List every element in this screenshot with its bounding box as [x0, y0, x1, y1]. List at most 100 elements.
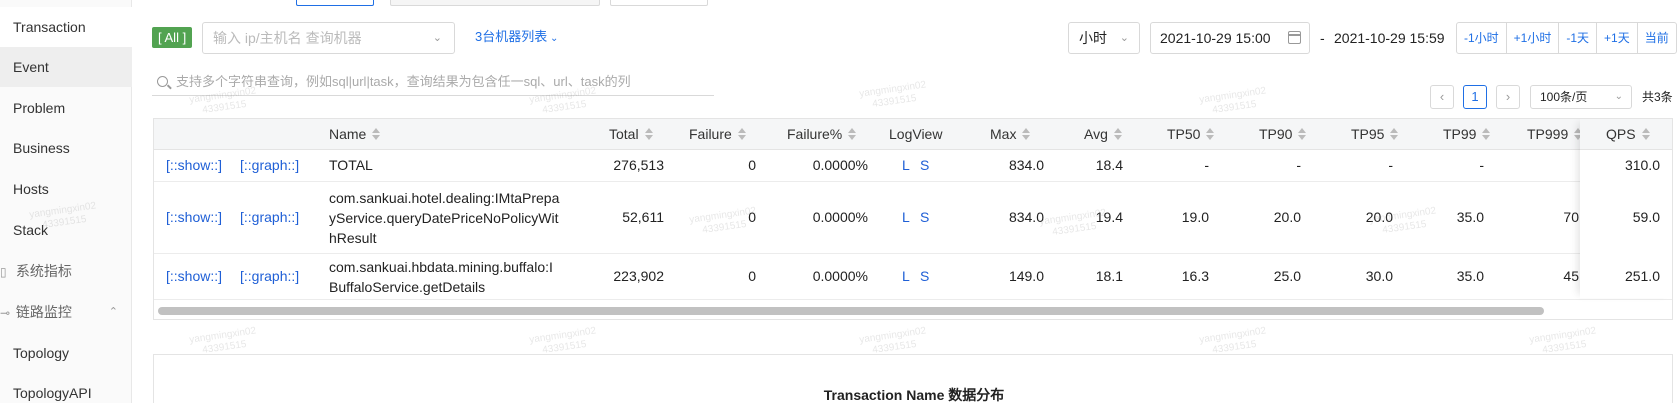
machine-list-label: 3台机器列表: [475, 29, 548, 44]
logview-l-link[interactable]: L: [902, 268, 910, 284]
sort-icon[interactable]: [1482, 127, 1491, 141]
chart-panel: Transaction Name 数据分布: [153, 354, 1673, 403]
horizontal-scrollbar[interactable]: [154, 303, 1672, 317]
row-tp999: 70: [1563, 209, 1579, 225]
row-tp95: -: [1388, 157, 1393, 173]
column-header-logview: LogView: [889, 119, 942, 150]
scrollbar-thumb[interactable]: [158, 307, 1544, 315]
row-total: 52,611: [622, 209, 664, 225]
watermark-line: yangmingxin02: [858, 79, 927, 100]
time-unit-select[interactable]: 小时 ⌄: [1068, 22, 1140, 54]
next-page-button[interactable]: ›: [1496, 85, 1520, 109]
column-header-qps-label-wrap: QPS: [1606, 119, 1650, 150]
graph-link[interactable]: [::graph::]: [240, 157, 299, 173]
sidebar-item-event[interactable]: Event: [0, 47, 132, 87]
column-header-failure[interactable]: Failure: [689, 119, 746, 150]
start-time-input[interactable]: 2021-10-29 15:00: [1150, 22, 1310, 54]
column-header-qps[interactable]: QPS: [1580, 119, 1672, 150]
row-max: 834.0: [1008, 209, 1044, 225]
table-row: [::show::] [::graph::] com.sankuai.hotel…: [154, 182, 1672, 254]
sidebar-item-label: TopologyAPI: [13, 385, 92, 401]
plus-1-hour-button[interactable]: +1小时: [1507, 23, 1560, 53]
top-control-1[interactable]: [296, 0, 374, 6]
logview-l-link[interactable]: L: [902, 209, 910, 225]
start-time-value: 2021-10-29 15:00: [1160, 30, 1271, 46]
column-header-tp95[interactable]: TP95: [1351, 119, 1399, 150]
show-link[interactable]: [::show::]: [166, 157, 222, 173]
search-input[interactable]: 支持多个字符串查询，例如sql|url|task，查询结果为包含任一sql、ur…: [152, 68, 714, 96]
logview-s-link[interactable]: S: [920, 157, 929, 173]
date-range-separator: -: [1320, 30, 1325, 46]
column-header-label: TP99: [1443, 126, 1477, 142]
column-header-tp99[interactable]: TP99: [1443, 119, 1491, 150]
sidebar-group-trace-monitor[interactable]: ⊸ 链路监控 ⌃: [0, 292, 132, 332]
sort-icon[interactable]: [644, 127, 653, 141]
sort-icon[interactable]: [1390, 127, 1399, 141]
column-header-total[interactable]: Total: [609, 119, 653, 150]
graph-link[interactable]: [::graph::]: [240, 209, 299, 225]
column-header-avg[interactable]: Avg: [1084, 119, 1122, 150]
sort-icon[interactable]: [1113, 127, 1122, 141]
logview-s-link[interactable]: S: [920, 268, 929, 284]
sidebar-group-label: 链路监控: [15, 304, 72, 320]
column-header-tp50[interactable]: TP50: [1167, 119, 1215, 150]
row-tp95: 20.0: [1365, 209, 1393, 225]
sidebar-item-hosts[interactable]: Hosts: [0, 169, 132, 209]
sort-icon[interactable]: [372, 127, 381, 141]
row-failure: 0: [748, 209, 756, 225]
row-tp90: -: [1296, 157, 1301, 173]
sidebar-item-problem[interactable]: Problem: [0, 88, 132, 128]
sidebar-group-label: 系统指标: [15, 263, 72, 279]
machine-select[interactable]: 输入 ip/主机名 查询机器 ⌄: [202, 22, 455, 54]
column-header-failure-pct[interactable]: Failure%: [787, 119, 857, 150]
logview-l-link[interactable]: L: [902, 157, 910, 173]
column-header-label: Failure%: [787, 126, 843, 142]
row-qps: 310.0: [1624, 157, 1660, 173]
column-header-label: Name: [329, 126, 367, 142]
watermark-line: 43391515: [1211, 98, 1258, 116]
show-link[interactable]: [::show::]: [166, 268, 222, 284]
top-control-2[interactable]: [390, 0, 600, 6]
sidebar-item-label: Transaction: [13, 19, 86, 35]
all-machines-tag[interactable]: [ All ]: [152, 27, 193, 48]
sort-icon[interactable]: [1022, 127, 1031, 141]
prev-page-button[interactable]: ‹: [1430, 85, 1454, 109]
chevron-down-icon: ⌄: [1614, 91, 1623, 102]
minus-1-hour-button[interactable]: -1小时: [1457, 23, 1507, 53]
sidebar: Transaction Event Problem Business Hosts…: [0, 0, 132, 403]
table-row: [::show::] [::graph::] com.sankuai.hbdat…: [154, 254, 1672, 300]
machine-list-link[interactable]: 3台机器列表 ⌄: [475, 27, 558, 49]
chevron-up-icon[interactable]: ⌃: [109, 292, 118, 332]
column-header-tp90[interactable]: TP90: [1259, 119, 1307, 150]
sidebar-item-topologyapi[interactable]: TopologyAPI: [0, 373, 132, 403]
watermark-line: yangmingxin02: [1198, 325, 1267, 346]
column-header-max[interactable]: Max: [990, 119, 1031, 150]
plus-1-day-button[interactable]: +1天: [1597, 23, 1638, 53]
sort-icon[interactable]: [1298, 127, 1307, 141]
column-header-label: Avg: [1084, 126, 1108, 142]
sidebar-item-business[interactable]: Business: [0, 128, 132, 168]
graph-link[interactable]: [::graph::]: [240, 268, 299, 284]
sidebar-group-system-metrics[interactable]: ▯ 系统指标: [0, 251, 132, 291]
sidebar-item-transaction[interactable]: Transaction: [0, 7, 132, 47]
sort-icon[interactable]: [1206, 127, 1215, 141]
sidebar-item-label: Business: [13, 140, 70, 156]
row-failure: 0: [748, 157, 756, 173]
page-1-button[interactable]: 1: [1463, 85, 1487, 109]
sidebar-item-label: Topology: [13, 345, 70, 361]
top-control-3[interactable]: [610, 0, 708, 6]
sort-icon[interactable]: [848, 127, 857, 141]
column-header-tp999[interactable]: TP999: [1527, 119, 1583, 150]
column-header-name[interactable]: Name: [329, 119, 381, 150]
sort-icon[interactable]: [1641, 127, 1650, 141]
sort-icon[interactable]: [737, 127, 746, 141]
chevron-down-icon: ⌄: [432, 32, 442, 44]
current-time-button[interactable]: 当前: [1638, 23, 1676, 53]
minus-1-day-button[interactable]: -1天: [1559, 23, 1598, 53]
page-size-select[interactable]: 100条/页 ⌄: [1530, 85, 1632, 109]
logview-s-link[interactable]: S: [920, 209, 929, 225]
sidebar-item-stack[interactable]: Stack: [0, 210, 132, 250]
show-link[interactable]: [::show::]: [166, 209, 222, 225]
watermark-line: yangmingxin02: [188, 325, 257, 346]
sidebar-item-topology[interactable]: Topology: [0, 333, 132, 373]
